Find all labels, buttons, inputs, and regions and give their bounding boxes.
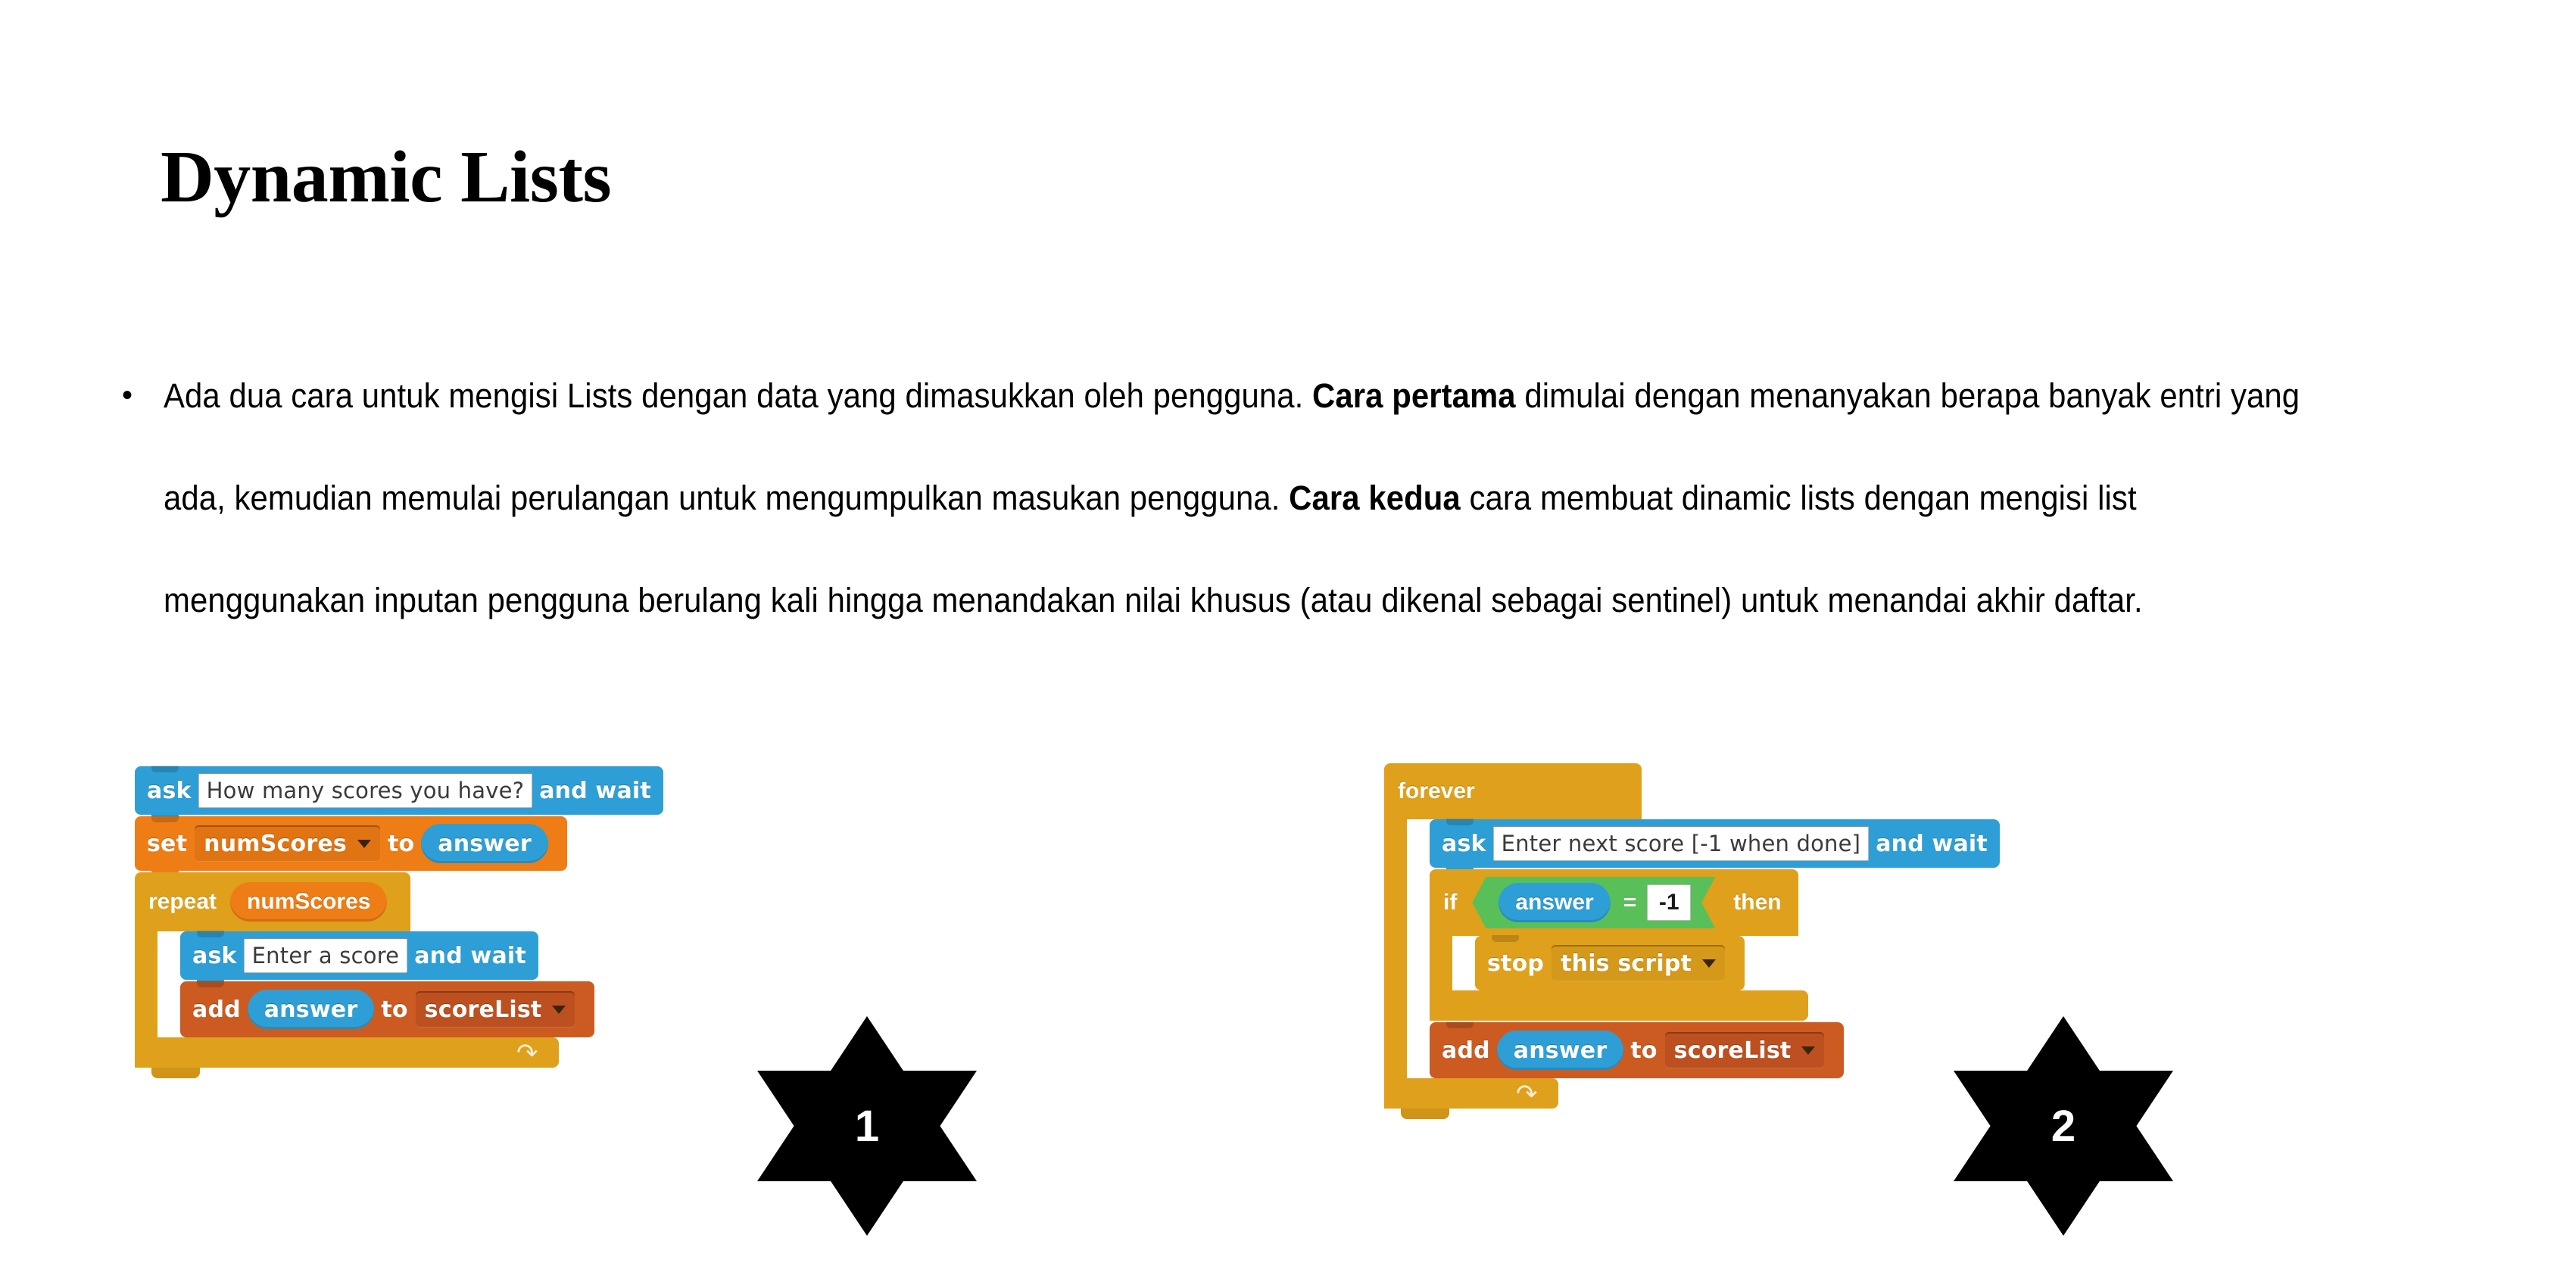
to-keyword: to xyxy=(381,996,408,1023)
forever-footer: ↷ xyxy=(1384,1078,1558,1109)
repeat-footer: ↷ xyxy=(135,1037,559,1068)
scratch-script-one: ask How many scores you have? and wait s… xyxy=(135,766,663,1078)
and-wait-keyword: and wait xyxy=(1876,830,1988,857)
ask-question-input[interactable]: Enter next score [-1 when done] xyxy=(1492,826,1870,861)
list-name: scoreList xyxy=(1673,1037,1792,1064)
if-footer: ↷ xyxy=(1430,990,1808,1021)
stop-option-name: this script xyxy=(1561,950,1692,977)
stack-bottom-bump xyxy=(1401,1109,1449,1119)
then-keyword: then xyxy=(1733,890,1782,915)
repeat-body: ask Enter a score and wait add answer to… xyxy=(135,931,663,1046)
if-keyword: if xyxy=(1443,890,1458,915)
ask-keyword: ask xyxy=(1442,830,1486,857)
equals-operator-symbol: = xyxy=(1623,890,1637,915)
chevron-down-icon xyxy=(1702,959,1717,968)
to-keyword: to xyxy=(387,830,415,857)
bullet-paragraph: • Ada dua cara untuk mengisi Lists denga… xyxy=(91,345,2499,651)
list-name: scoreList xyxy=(424,996,542,1023)
set-keyword: set xyxy=(147,830,188,857)
repeat-keyword: repeat xyxy=(148,889,217,914)
operator-equals-block[interactable]: answer = -1 xyxy=(1472,877,1715,928)
chevron-down-icon xyxy=(357,839,371,848)
answer-reporter-block[interactable]: answer xyxy=(421,824,548,863)
bullet-marker-icon: • xyxy=(121,379,133,412)
if-body: stop this script xyxy=(1430,935,2000,990)
stop-option-dropdown[interactable]: this script xyxy=(1552,945,1726,981)
add-keyword: add xyxy=(192,996,241,1023)
answer-reporter-block[interactable]: answer xyxy=(247,990,375,1029)
add-keyword: add xyxy=(1442,1037,1490,1064)
chevron-down-icon xyxy=(1801,1046,1816,1055)
ask-keyword: ask xyxy=(147,777,192,804)
set-variable-dropdown[interactable]: numScores xyxy=(195,825,380,862)
ask-question-input[interactable]: Enter a score xyxy=(243,938,408,973)
stack-bottom-bump xyxy=(151,1068,200,1078)
paragraph-bold-cara-pertama: Cara pertama xyxy=(1312,376,1516,415)
block-ask-how-many-scores[interactable]: ask How many scores you have? and wait xyxy=(135,766,663,823)
list-name-dropdown[interactable]: scoreList xyxy=(1664,1032,1825,1068)
paragraph-bold-cara-kedua: Cara kedua xyxy=(1289,479,1461,517)
forever-body: ask Enter next score [-1 when done] and … xyxy=(1384,819,2000,1087)
bullet-paragraph-text: Ada dua cara untuk mengisi Lists dengan … xyxy=(164,345,2335,651)
and-wait-keyword: and wait xyxy=(539,777,651,804)
step-badge-two: 2 xyxy=(1954,1016,2173,1236)
block-add-answer-to-scorelist[interactable]: add answer to scoreList xyxy=(1430,1021,1845,1087)
to-keyword: to xyxy=(1630,1037,1658,1064)
block-if-answer-equals-sentinel[interactable]: if answer = -1 then stop this script xyxy=(1430,869,2000,1021)
forever-keyword: forever xyxy=(1398,778,1475,803)
scratch-script-two: forever ask Enter next score [-1 when do… xyxy=(1384,763,2000,1119)
block-forever[interactable]: forever ask Enter next score [-1 when do… xyxy=(1384,763,2000,1119)
sentinel-value-input[interactable]: -1 xyxy=(1647,884,1691,921)
forever-header[interactable]: forever xyxy=(1384,763,1642,819)
block-ask-enter-next-score[interactable]: ask Enter next score [-1 when done] and … xyxy=(1430,819,2000,876)
paragraph-segment-1: Ada dua cara untuk mengisi Lists dengan … xyxy=(164,376,1313,415)
loop-arrow-icon: ↷ xyxy=(516,1039,538,1068)
block-stop-this-script[interactable]: stop this script xyxy=(1475,935,1745,990)
stop-keyword: stop xyxy=(1487,950,1545,977)
answer-reporter-block[interactable]: answer xyxy=(1499,883,1610,922)
chevron-down-icon xyxy=(552,1005,566,1014)
if-header[interactable]: if answer = -1 then xyxy=(1430,869,1798,936)
page-title: Dynamic Lists xyxy=(161,136,612,218)
step-badge-number: 2 xyxy=(2051,1101,2076,1151)
repeat-header[interactable]: repeat numScores xyxy=(135,872,411,931)
list-name-dropdown[interactable]: scoreList xyxy=(415,991,575,1028)
and-wait-keyword: and wait xyxy=(414,942,526,969)
step-badge-number: 1 xyxy=(854,1101,880,1151)
set-variable-name: numScores xyxy=(204,830,347,857)
ask-keyword: ask xyxy=(192,942,237,969)
block-add-answer-to-scorelist[interactable]: add answer to scoreList xyxy=(180,981,595,1046)
loop-arrow-icon: ↷ xyxy=(1516,1080,1538,1109)
answer-reporter-block[interactable]: answer xyxy=(1496,1031,1624,1070)
step-badge-one: 1 xyxy=(757,1016,977,1236)
block-set-numscores[interactable]: set numScores to answer xyxy=(135,816,567,879)
ask-question-input[interactable]: How many scores you have? xyxy=(198,773,533,808)
repeat-count-reporter[interactable]: numScores xyxy=(230,882,388,922)
block-ask-enter-a-score[interactable]: ask Enter a score and wait xyxy=(180,931,538,988)
block-repeat-numscores[interactable]: repeat numScores ask Enter a score and w… xyxy=(135,872,663,1078)
